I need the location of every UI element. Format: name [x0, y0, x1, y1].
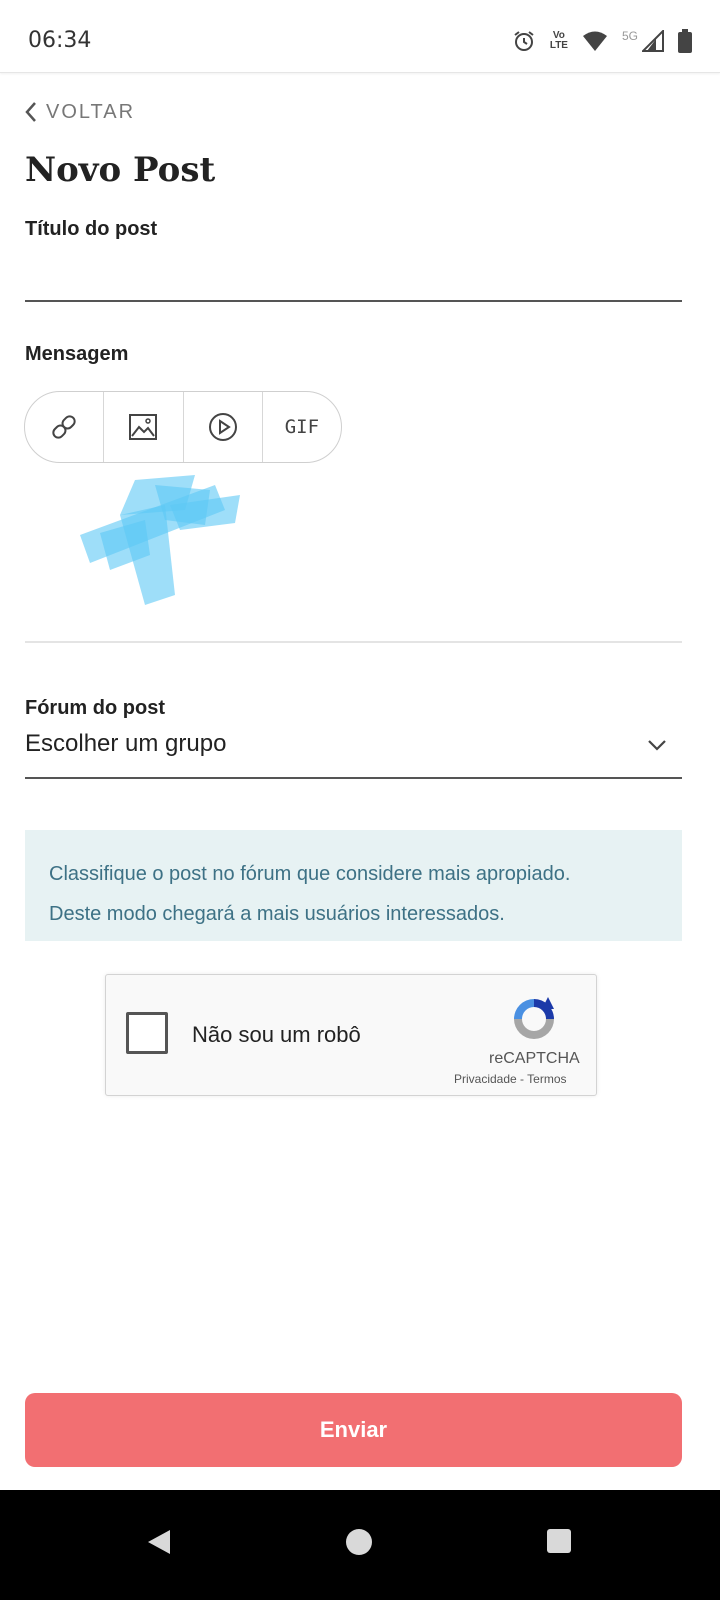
recaptcha-checkbox[interactable] [126, 1012, 168, 1054]
insert-image-button[interactable] [104, 392, 184, 462]
forum-label: Fórum do post [25, 697, 165, 719]
recaptcha-privacy-link[interactable]: Privacidade [454, 1072, 517, 1086]
forum-select-underline [25, 777, 682, 779]
recaptcha-widget: Não sou um robô reCAPTCHA Privacidade - … [105, 974, 597, 1096]
alarm-icon [514, 31, 534, 51]
status-bar: 06:34 Vo LTE 5G [0, 0, 720, 73]
insert-gif-button[interactable]: GIF [263, 392, 341, 462]
wifi-icon [582, 31, 607, 51]
signal-icon [642, 30, 664, 52]
title-label: Título do post [25, 218, 158, 240]
home-circle-icon[interactable] [345, 1528, 373, 1556]
forum-select-value: Escolher um grupo [25, 730, 227, 757]
recaptcha-link-separator: - [516, 1072, 528, 1086]
message-toolbar: GIF [24, 391, 342, 463]
chevron-left-icon [25, 102, 36, 122]
recaptcha-links: Privacidade - Termos [454, 1072, 567, 1086]
insert-link-button[interactable] [25, 392, 105, 462]
back-triangle-icon[interactable] [146, 1528, 172, 1556]
scribble-drawing [80, 475, 240, 605]
back-label: VOLTAR [46, 100, 136, 123]
insert-video-button[interactable] [184, 392, 263, 462]
status-icons: Vo LTE 5G [512, 28, 692, 54]
video-icon [208, 413, 237, 441]
link-icon [52, 415, 76, 439]
recents-square-icon[interactable] [546, 1528, 572, 1554]
message-label: Mensagem [25, 343, 129, 365]
gif-label: GIF [284, 416, 320, 438]
battery-icon [678, 29, 692, 53]
page-title: Novo Post [25, 150, 216, 190]
system-navigation-bar [0, 1490, 720, 1600]
recaptcha-label: Não sou um robô [192, 1022, 361, 1047]
volte-icon: Vo LTE [549, 30, 568, 51]
status-time: 06:34 [28, 28, 92, 53]
chevron-down-icon [648, 740, 666, 751]
info-text-line2: Deste modo chegará a mais usuários inter… [49, 903, 505, 925]
submit-button[interactable]: Enviar [25, 1393, 682, 1467]
back-button[interactable]: VOLTAR [24, 98, 135, 126]
recaptcha-terms-link[interactable]: Termos [527, 1072, 566, 1086]
message-input[interactable] [25, 470, 682, 640]
message-divider [25, 641, 682, 643]
recaptcha-brand: reCAPTCHA [489, 1050, 580, 1067]
title-input[interactable] [25, 250, 682, 302]
image-icon [129, 414, 158, 440]
info-text-line1: Classifique o post no fórum que consider… [49, 863, 571, 885]
recaptcha-logo-icon [514, 997, 554, 1039]
network-type: 5G [621, 29, 638, 43]
forum-info-box: Classifique o post no fórum que consider… [25, 830, 682, 941]
